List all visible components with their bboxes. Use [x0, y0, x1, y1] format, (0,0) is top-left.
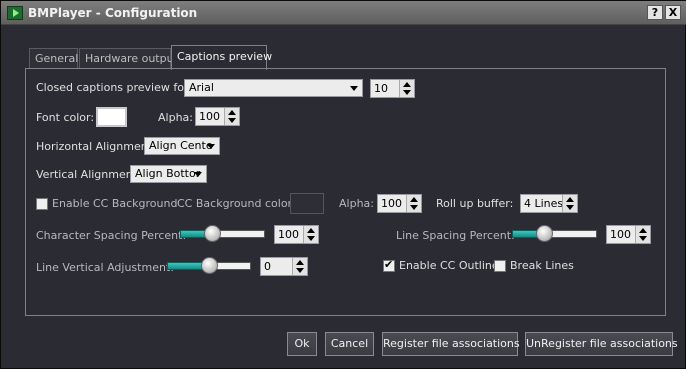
tab-captions-preview[interactable]: Captions preview: [171, 45, 272, 70]
window-title: BMPlayer - Configuration: [28, 6, 198, 20]
spin-buttons[interactable]: [562, 195, 577, 212]
title-bar[interactable]: BMPlayer - Configuration ? X: [1, 1, 686, 25]
line-spacing-label: Line Spacing Percent:: [396, 229, 515, 242]
line-vadj-slider[interactable]: [167, 256, 251, 276]
enable-bg-checkbox[interactable]: [36, 198, 48, 210]
unregister-associations-button[interactable]: UnRegister file associations: [525, 332, 678, 356]
font-select-value: Arial: [189, 81, 214, 94]
help-button[interactable]: ?: [647, 5, 663, 20]
enable-outline-label: Enable CC Outline: [399, 259, 499, 272]
arrow-up-icon: [307, 228, 315, 233]
slider-handle[interactable]: [204, 225, 221, 242]
line-spacing-slider[interactable]: [512, 224, 597, 244]
config-window: BMPlayer - Configuration ? X General Har…: [0, 0, 686, 369]
alpha-label: Alpha:: [158, 111, 193, 124]
char-spacing-slider[interactable]: [180, 224, 265, 244]
bg-alpha-label: Alpha:: [339, 197, 374, 210]
spin-buttons[interactable]: [635, 226, 650, 243]
font-label: Closed captions preview font:: [36, 81, 199, 94]
line-vadj-spinbox[interactable]: 0: [260, 257, 308, 276]
v-align-value: Align Bottor: [135, 167, 201, 180]
slider-handle[interactable]: [201, 257, 218, 274]
slider-handle[interactable]: [536, 225, 553, 242]
bg-color-label: CC Background color:: [177, 197, 296, 210]
line-spacing-spinbox[interactable]: 100: [606, 225, 651, 244]
arrow-down-icon: [639, 236, 647, 241]
bg-alpha-value: 100: [381, 197, 402, 210]
bg-alpha-spinbox[interactable]: 100: [377, 194, 422, 213]
v-align-label: Vertical Alignment:: [36, 168, 141, 181]
h-align-value: Align Cente: [149, 139, 213, 152]
line-spacing-value: 100: [610, 228, 631, 241]
break-lines-checkbox[interactable]: [494, 260, 506, 272]
arrow-up-icon: [403, 82, 411, 87]
spin-buttons[interactable]: [399, 80, 414, 97]
chevron-down-icon: [207, 144, 215, 149]
alpha-value: 100: [199, 110, 220, 123]
chevron-down-icon: [350, 86, 358, 91]
char-spacing-label: Character Spacing Percent:: [36, 229, 187, 242]
enable-outline-checkbox[interactable]: [383, 258, 395, 272]
v-align-select[interactable]: Align Bottor: [130, 165, 207, 183]
line-vadj-value: 0: [264, 260, 271, 273]
enable-bg-label: Enable CC Background: [52, 197, 178, 210]
close-button[interactable]: X: [665, 5, 681, 20]
char-spacing-value: 100: [278, 228, 299, 241]
alpha-spinbox[interactable]: 100: [195, 107, 240, 126]
bg-color-swatch[interactable]: [290, 193, 324, 214]
h-align-select[interactable]: Align Cente: [144, 137, 220, 155]
font-size-spinbox[interactable]: 10: [370, 79, 415, 98]
arrow-down-icon: [410, 205, 418, 210]
arrow-up-icon: [639, 228, 647, 233]
arrow-up-icon: [228, 110, 236, 115]
spin-buttons[interactable]: [292, 258, 307, 275]
tab-general[interactable]: General: [29, 48, 78, 69]
arrow-down-icon: [566, 205, 574, 210]
char-spacing-spinbox[interactable]: 100: [274, 225, 319, 244]
captions-panel: [25, 68, 666, 316]
rollup-label: Roll up buffer:: [436, 197, 514, 210]
font-color-label: Font color:: [36, 111, 95, 124]
arrow-down-icon: [228, 118, 236, 123]
spin-buttons[interactable]: [303, 226, 318, 243]
ok-button[interactable]: Ok: [287, 332, 317, 356]
app-icon: [7, 6, 23, 20]
arrow-up-icon: [566, 197, 574, 202]
arrow-down-icon: [403, 90, 411, 95]
arrow-down-icon: [296, 268, 304, 273]
arrow-down-icon: [307, 236, 315, 241]
register-associations-button[interactable]: Register file associations: [382, 332, 520, 356]
font-color-swatch[interactable]: [96, 107, 127, 127]
spin-buttons[interactable]: [224, 108, 239, 125]
rollup-spinbox[interactable]: 4 Lines: [520, 194, 578, 213]
spin-buttons[interactable]: [406, 195, 421, 212]
font-select[interactable]: Arial: [184, 79, 363, 97]
break-lines-label: Break Lines: [510, 259, 574, 272]
arrow-up-icon: [410, 197, 418, 202]
chevron-down-icon: [194, 172, 202, 177]
arrow-up-icon: [296, 260, 304, 265]
line-vadj-label: Line Vertical Adjustment:: [36, 261, 174, 274]
rollup-value: 4 Lines: [524, 197, 564, 210]
cancel-button[interactable]: Cancel: [325, 332, 374, 356]
tab-hardware-output[interactable]: Hardware output: [79, 48, 178, 69]
font-size-value: 10: [374, 82, 388, 95]
h-align-label: Horizontal Alignment:: [36, 140, 156, 153]
